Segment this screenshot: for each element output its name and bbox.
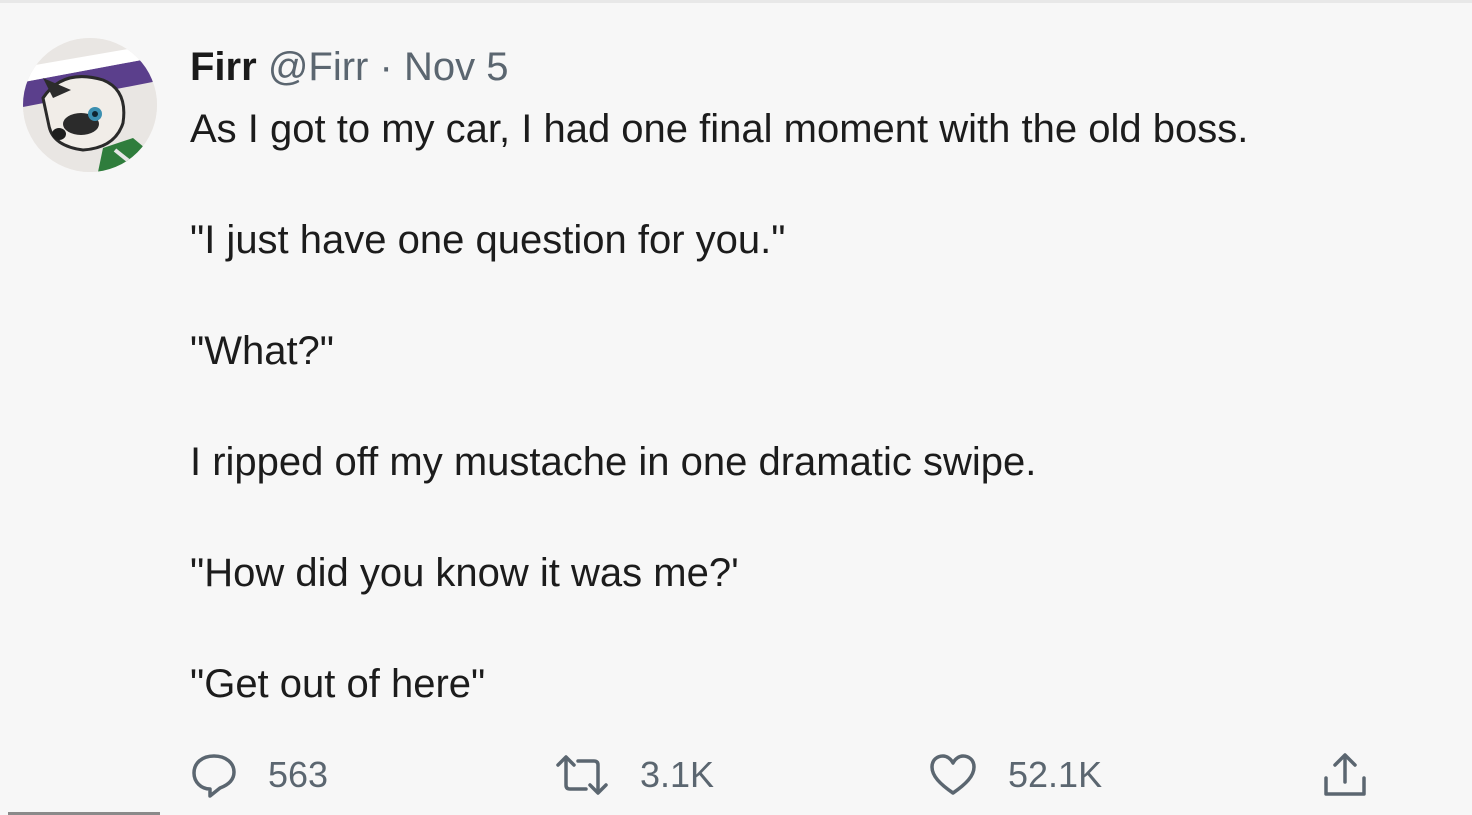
reply-button[interactable]: 563	[190, 745, 328, 805]
tweet-actions: 563 3.1K 52.1K	[0, 745, 1472, 805]
like-count: 52.1K	[1008, 754, 1103, 795]
tweet-text-line: I ripped off my mustache in one dramatic…	[190, 440, 1037, 484]
retweet-button[interactable]: 3.1K	[554, 745, 714, 805]
author-handle[interactable]: @Firr	[268, 45, 369, 89]
tweet-text-line: "I just have one question for you."	[190, 218, 786, 262]
reply-icon	[192, 754, 236, 798]
like-button[interactable]: 52.1K	[928, 745, 1102, 805]
tweet[interactable]: Firr @Firr · Nov 5 As I got to my car, I…	[0, 0, 1472, 815]
share-icon	[1324, 753, 1366, 796]
tweet-text-line: "Get out of here"	[190, 662, 486, 706]
header-separator: ·	[379, 45, 393, 89]
tweet-text-line: "How did you know it was me?'	[190, 551, 739, 595]
retweet-count: 3.1K	[640, 754, 715, 795]
avatar-image	[23, 38, 157, 172]
heart-icon	[930, 754, 976, 795]
tweet-header: Firr @Firr · Nov 5	[190, 44, 508, 90]
avatar[interactable]	[23, 38, 157, 172]
author-display-name[interactable]: Firr	[190, 45, 257, 89]
share-button[interactable]	[1320, 745, 1370, 805]
retweet-icon	[556, 755, 608, 795]
tweet-text: As I got to my car, I had one final mome…	[190, 106, 1430, 772]
reply-count: 563	[268, 754, 329, 795]
tweet-text-line: "What?"	[190, 329, 335, 373]
tweet-date[interactable]: Nov 5	[404, 45, 509, 89]
tweet-text-line: As I got to my car, I had one final mome…	[190, 107, 1249, 151]
